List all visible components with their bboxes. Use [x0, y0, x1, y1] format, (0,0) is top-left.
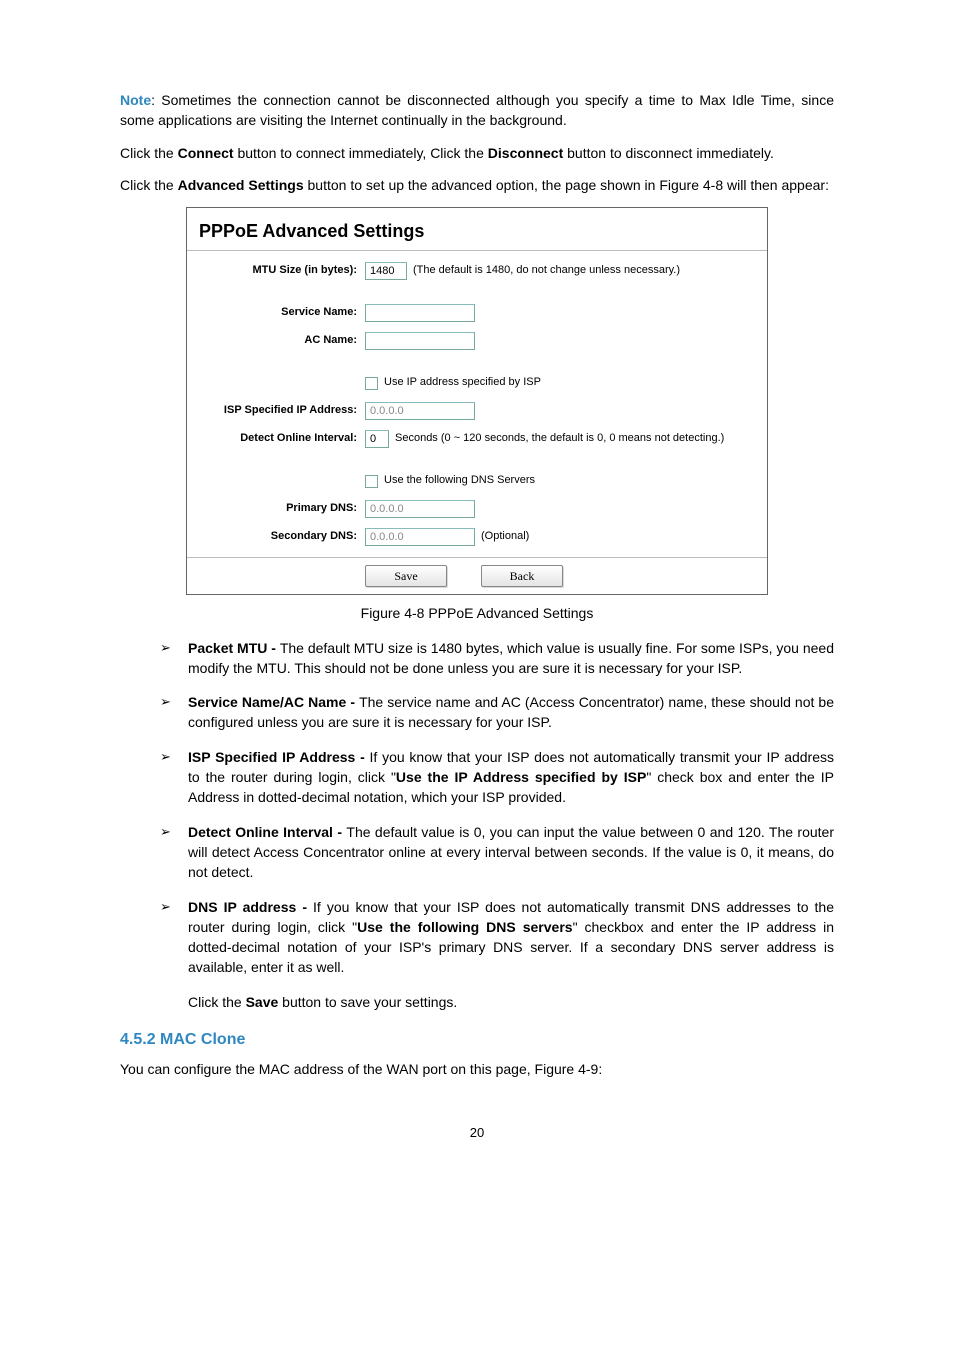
bullet-lead: Service Name/AC Name - — [188, 694, 359, 710]
document-page: Note: Sometimes the connection cannot be… — [0, 0, 954, 1182]
bullet-inner-bold: Use the IP Address specified by ISP — [396, 769, 646, 785]
service-name-input[interactable] — [365, 304, 475, 322]
use-dns-checkbox[interactable] — [365, 475, 378, 488]
bullet-icon: ➢ — [160, 638, 176, 679]
isp-ip-label: ISP Specified IP Address: — [197, 403, 365, 419]
detect-row: Detect Online Interval: Seconds (0 ~ 120… — [187, 425, 767, 453]
use-ip-label: Use IP address specified by ISP — [384, 375, 541, 391]
optional-label: (Optional) — [481, 529, 529, 545]
text: button to save your settings. — [278, 994, 457, 1010]
note-paragraph: Note: Sometimes the connection cannot be… — [120, 90, 834, 131]
pppoe-settings-figure: PPPoE Advanced Settings MTU Size (in byt… — [186, 207, 768, 595]
mtu-row: MTU Size (in bytes): (The default is 148… — [187, 257, 767, 285]
text: Click the — [120, 145, 178, 161]
use-ip-checkbox[interactable] — [365, 377, 378, 390]
bullet-lead: Detect Online Interval - — [188, 824, 346, 840]
ac-name-label: AC Name: — [197, 333, 365, 349]
bullet-text: The default MTU size is 1480 bytes, whic… — [188, 640, 834, 676]
mtu-input[interactable] — [365, 262, 407, 280]
mtu-label: MTU Size (in bytes): — [197, 263, 365, 279]
text: Click the — [188, 994, 246, 1010]
disconnect-button-label: Disconnect — [488, 145, 563, 161]
advanced-paragraph: Click the Advanced Settings button to se… — [120, 175, 834, 195]
detect-label: Detect Online Interval: — [197, 431, 365, 447]
bullet-lead: DNS IP address - — [188, 899, 313, 915]
text: button to connect immediately, Click the — [234, 145, 488, 161]
back-button[interactable]: Back — [481, 565, 563, 587]
secondary-dns-input[interactable] — [365, 528, 475, 546]
use-dns-label: Use the following DNS Servers — [384, 473, 535, 489]
use-ip-row: Use IP address specified by ISP — [187, 369, 767, 397]
bullet-lead: ISP Specified IP Address - — [188, 749, 370, 765]
bullet-icon: ➢ — [160, 897, 176, 978]
text: button to set up the advanced option, th… — [304, 177, 829, 193]
connect-button-label: Connect — [178, 145, 234, 161]
page-number: 20 — [120, 1124, 834, 1143]
bullet-list: ➢ Packet MTU - The default MTU size is 1… — [160, 638, 834, 1012]
isp-ip-row: ISP Specified IP Address: — [187, 397, 767, 425]
secondary-dns-label: Secondary DNS: — [197, 529, 365, 545]
bullet-lead: Packet MTU - — [188, 640, 280, 656]
bullet-inner-bold: Use the following DNS servers — [357, 919, 572, 935]
service-name-label: Service Name: — [197, 305, 365, 321]
bullet-item: ➢ ISP Specified IP Address - If you know… — [160, 747, 834, 808]
figure-footer: Save Back — [187, 557, 767, 594]
isp-ip-input[interactable] — [365, 402, 475, 420]
advanced-button-label: Advanced Settings — [178, 177, 304, 193]
bullet-icon: ➢ — [160, 692, 176, 733]
save-button-label: Save — [246, 994, 279, 1010]
save-button[interactable]: Save — [365, 565, 447, 587]
ac-name-row: AC Name: — [187, 327, 767, 355]
connect-paragraph: Click the Connect button to connect imme… — [120, 143, 834, 163]
primary-dns-row: Primary DNS: — [187, 495, 767, 523]
bullet-item: ➢ DNS IP address - If you know that your… — [160, 897, 834, 978]
figure-caption: Figure 4-8 PPPoE Advanced Settings — [120, 603, 834, 623]
bullet-icon: ➢ — [160, 822, 176, 883]
text: button to disconnect immediately. — [563, 145, 774, 161]
detect-input[interactable] — [365, 430, 389, 448]
service-name-row: Service Name: — [187, 299, 767, 327]
detect-hint: Seconds (0 ~ 120 seconds, the default is… — [395, 431, 724, 447]
section-text: You can configure the MAC address of the… — [120, 1059, 834, 1079]
note-text: : Sometimes the connection cannot be dis… — [120, 92, 834, 128]
figure-title: PPPoE Advanced Settings — [187, 208, 767, 250]
primary-dns-label: Primary DNS: — [197, 501, 365, 517]
note-label: Note — [120, 92, 151, 108]
save-instruction: Click the Save button to save your setti… — [188, 992, 834, 1012]
use-dns-row: Use the following DNS Servers — [187, 467, 767, 495]
mtu-hint: (The default is 1480, do not change unle… — [413, 263, 680, 279]
bullet-item: ➢ Service Name/AC Name - The service nam… — [160, 692, 834, 733]
bullet-item: ➢ Detect Online Interval - The default v… — [160, 822, 834, 883]
ac-name-input[interactable] — [365, 332, 475, 350]
bullet-icon: ➢ — [160, 747, 176, 808]
figure-body: MTU Size (in bytes): (The default is 148… — [187, 250, 767, 557]
section-heading: 4.5.2 MAC Clone — [120, 1028, 834, 1051]
bullet-item: ➢ Packet MTU - The default MTU size is 1… — [160, 638, 834, 679]
secondary-dns-row: Secondary DNS: (Optional) — [187, 523, 767, 551]
primary-dns-input[interactable] — [365, 500, 475, 518]
text: Click the — [120, 177, 178, 193]
